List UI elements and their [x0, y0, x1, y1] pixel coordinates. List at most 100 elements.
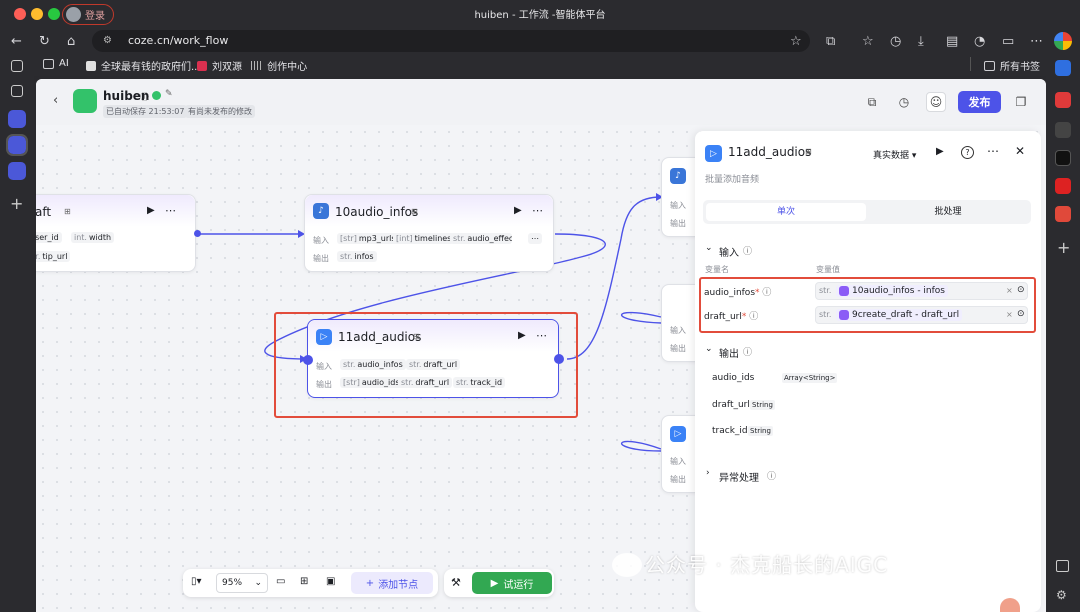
bookmark-ai[interactable]: AI	[43, 58, 69, 69]
xiaohongshu-icon[interactable]	[1055, 206, 1071, 222]
site-info-icon[interactable]: ⚙	[103, 35, 112, 46]
node-audio-infos[interactable]: ♪ 10audio_infos ⊞ ▶ ⋯ 输入 [str] mp3_urls […	[304, 194, 554, 272]
zoom-select[interactable]: 95% ⌄	[216, 573, 268, 593]
bookmark-creation[interactable]: |||| 创作中心	[250, 58, 307, 74]
info-icon[interactable]: ⓘ	[140, 90, 149, 103]
coze-tab-icon[interactable]	[8, 162, 26, 180]
chess-icon[interactable]	[1055, 122, 1071, 138]
info-icon[interactable]: ⓘ	[767, 469, 776, 482]
test-run-button[interactable]: ▶ 试运行	[472, 572, 552, 594]
wallet-icon[interactable]: ▭	[1002, 34, 1014, 49]
column-header-value: 变量值	[816, 265, 840, 274]
node-icon: ♪	[313, 203, 329, 219]
extensions-icon[interactable]: ⧉	[826, 34, 835, 49]
collaborator-icon[interactable]: ☺	[926, 92, 946, 112]
node-ref-icon	[839, 310, 849, 320]
performance-icon[interactable]: ◔	[974, 34, 985, 49]
param-audio-infos: audio_infos* ⓘ	[704, 288, 772, 298]
new-tab-icon[interactable]: +	[10, 194, 23, 213]
chevron-down-icon[interactable]: ⌄	[705, 243, 713, 253]
tab-batch[interactable]: 批处理	[868, 203, 1028, 221]
coze-tab-icon[interactable]	[8, 110, 26, 128]
google-icon[interactable]	[1054, 32, 1072, 50]
reload-icon[interactable]: ↻	[39, 34, 50, 49]
publish-button[interactable]: 发布	[958, 91, 1001, 113]
info-icon[interactable]: ⓘ	[743, 345, 752, 358]
output-port[interactable]	[554, 354, 564, 364]
add-node-button[interactable]: + 添加节点	[351, 572, 433, 594]
history-icon[interactable]: ◷	[894, 92, 914, 112]
node-ref-icon	[839, 286, 849, 296]
output-tag: str.tip_url	[36, 251, 71, 262]
edit-icon[interactable]: ✎	[165, 89, 173, 99]
close-icon[interactable]: ✕	[1015, 144, 1025, 158]
back-icon[interactable]: ←	[11, 34, 22, 49]
add-app-icon[interactable]: +	[1057, 238, 1070, 257]
run-node-icon[interactable]: ▶	[514, 205, 522, 216]
node-create-draft[interactable]: aft ⊞ ▶ ⋯ user_id int.width str.tip_url	[36, 194, 196, 272]
run-node-icon[interactable]: ▶	[147, 205, 155, 216]
draft-url-value-field[interactable]: str. 9create_draft - draft_url × ⊙	[815, 306, 1028, 324]
output-param-name: draft_url	[712, 400, 750, 410]
floating-avatar[interactable]	[1000, 598, 1020, 612]
clear-icon[interactable]: ×	[1006, 286, 1013, 295]
split-view-icon[interactable]	[1056, 560, 1069, 572]
duplicate-icon[interactable]: ❐	[1011, 92, 1031, 112]
node-more-icon[interactable]: ⋯	[532, 204, 543, 217]
variable-reference-chip: 10audio_infos - infos	[836, 285, 948, 297]
run-node-icon[interactable]: ▶	[936, 146, 944, 157]
input-port[interactable]	[303, 355, 313, 365]
copy-icon[interactable]: ⧉	[862, 92, 882, 112]
bookmark-star-icon[interactable]: ☆	[790, 34, 802, 49]
tab-single[interactable]: 单次	[706, 203, 866, 221]
more-icon[interactable]: ⋯	[1030, 34, 1043, 49]
favicon-icon	[86, 60, 96, 71]
layout-icon[interactable]: ⊞	[300, 576, 308, 587]
tiktok-icon[interactable]	[1055, 150, 1071, 166]
weibo-icon[interactable]	[1055, 178, 1071, 194]
info-icon[interactable]: ⓘ	[743, 244, 752, 257]
select-variable-icon[interactable]: ⊙	[1017, 309, 1025, 319]
node-add-audios[interactable]: ▷ 11add_audios ⊞ ▶ ⋯ 输入 str. audio_infos …	[307, 319, 559, 398]
folder-icon	[984, 60, 995, 71]
input-tag: str. draft_url	[406, 359, 461, 370]
address-bar[interactable]: coze.cn/work_flow	[92, 30, 810, 52]
output-tag: str. draft_url	[398, 377, 453, 388]
help-icon[interactable]: ?	[961, 146, 974, 159]
output-param-name: track_id	[712, 426, 748, 436]
run-node-icon[interactable]: ▶	[518, 330, 526, 341]
select-variable-icon[interactable]: ⊙	[1017, 285, 1025, 295]
chevron-right-icon[interactable]: ›	[706, 468, 710, 478]
debug-tool-icon[interactable]: ⚒	[451, 576, 461, 589]
tab-icon[interactable]	[11, 85, 23, 97]
coze-tab-icon-active[interactable]	[6, 134, 28, 156]
comment-icon[interactable]: ▭	[276, 576, 285, 587]
output-label: 输出	[316, 380, 332, 389]
node-more-icon[interactable]: ⋯	[536, 329, 547, 342]
download-icon[interactable]: ⤓	[918, 34, 924, 49]
panel-more-icon[interactable]: ⋯	[987, 144, 999, 158]
history-icon[interactable]: ◷	[890, 34, 901, 49]
settings-icon[interactable]: ⚙	[1056, 588, 1067, 602]
mouse-mode-icon[interactable]: ▯▾	[191, 576, 202, 587]
output-port[interactable]	[194, 230, 201, 237]
output-label: 输出	[670, 475, 686, 484]
chevron-down-icon[interactable]: ⌄	[705, 344, 713, 354]
home-icon[interactable]: ⌂	[67, 34, 75, 49]
back-icon[interactable]: ‹	[53, 93, 58, 108]
more-inputs-icon[interactable]: ⋯	[528, 233, 542, 244]
bookmark-government[interactable]: 全球最有钱的政府们...	[86, 58, 201, 73]
output-label: 输出	[313, 254, 329, 263]
audio-infos-value-field[interactable]: str. 10audio_infos - infos × ⊙	[815, 282, 1028, 300]
clear-icon[interactable]: ×	[1006, 310, 1013, 319]
reader-icon[interactable]: ▤	[946, 34, 958, 49]
app-icon[interactable]	[1055, 92, 1071, 108]
minimap-icon[interactable]: ▣	[326, 576, 335, 587]
data-mode-select[interactable]: 真实数据 ▾	[873, 148, 916, 161]
all-bookmarks[interactable]: 所有书签	[984, 58, 1040, 73]
sidebar-toggle-icon[interactable]	[11, 60, 23, 72]
node-more-icon[interactable]: ⋯	[165, 204, 176, 217]
tag-icon[interactable]	[1055, 60, 1071, 76]
favorites-icon[interactable]: ☆	[862, 34, 874, 49]
bookmark-liu[interactable]: 刘双源	[197, 58, 242, 73]
